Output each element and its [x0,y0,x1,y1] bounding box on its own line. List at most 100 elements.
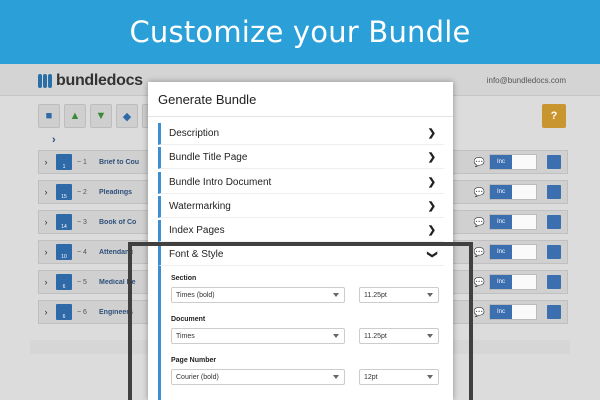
document-font-label: Document [171,316,206,323]
row-name[interactable]: Medical Re [99,279,139,286]
section-label: Description [169,128,220,139]
section-font-select[interactable]: Times (bold) [171,287,345,303]
row-number: ~ 1 [77,158,87,166]
chevron-right-icon: ❯ [427,201,436,212]
section-size-select[interactable]: 11.25pt [359,287,439,303]
comment-icon[interactable]: 💬 [474,277,485,288]
folder-icon: 6 [56,304,72,320]
folder-icon[interactable] [547,275,561,289]
logo-icon [38,74,52,88]
include-toggle[interactable]: Inc [489,304,537,320]
restructure-button[interactable]: ◆ [116,104,138,128]
section-font-style[interactable]: Font & Style ❯ [158,244,444,266]
help-button[interactable]: ? [542,104,566,128]
toolbar: ■ ▲ ▼ ◆ ▤ [38,104,164,128]
chevron-right-icon: ❯ [427,225,436,236]
caret-down-icon [427,293,433,297]
include-label: Inc [490,215,512,229]
folder-icon[interactable] [547,155,561,169]
row-name[interactable]: Book of Co [99,219,139,226]
font-style-panel: Section Times (bold) 11.25pt Document Ti… [158,266,444,400]
chevron-right-icon[interactable]: › [39,247,53,257]
include-label: Inc [490,275,512,289]
comment-icon[interactable]: 💬 [474,157,485,168]
section-label: Bundle Intro Document [169,177,272,188]
row-number: ~ 2 [77,188,87,196]
caret-down-icon [333,293,339,297]
chevron-right-icon[interactable]: › [39,157,53,167]
section-label: Bundle Title Page [169,152,248,163]
include-label: Inc [490,305,512,319]
row-name[interactable]: Pleadings [99,189,139,196]
chevron-down-icon: ❯ [426,250,438,259]
divider [148,116,453,117]
folder-icon[interactable] [547,185,561,199]
row-name[interactable]: Engineers [99,309,139,316]
row-number: ~ 6 [77,308,87,316]
breadcrumb-chevron-icon[interactable]: › [52,134,56,146]
folder-icon[interactable] [547,215,561,229]
include-toggle[interactable]: Inc [489,274,537,290]
folder-icon[interactable] [547,245,561,259]
chevron-right-icon: ❯ [427,152,436,163]
document-font-select[interactable]: Times [171,328,345,344]
comment-icon[interactable]: 💬 [474,247,485,258]
folder-icon: 15 [56,184,72,200]
row-name[interactable]: Brief to Cou [99,159,139,166]
document-size-select[interactable]: 11.25pt [359,328,439,344]
page-number-font-label: Page Number [171,357,217,364]
new-folder-button[interactable]: ■ [38,104,60,128]
cubes-icon: ◆ [122,110,132,123]
include-label: Inc [490,245,512,259]
section-font-label: Section [171,275,197,282]
chevron-right-icon[interactable]: › [39,217,53,227]
promo-banner: Customize your Bundle [0,0,600,64]
comment-icon[interactable]: 💬 [474,187,485,198]
chevron-right-icon[interactable]: › [39,307,53,317]
chevron-right-icon: ❯ [427,128,436,139]
folder-icon: 6 [56,274,72,290]
chevron-right-icon[interactable]: › [39,277,53,287]
folder-icon: 14 [56,214,72,230]
caret-down-icon [333,334,339,338]
include-toggle[interactable]: Inc [489,184,537,200]
include-toggle[interactable]: Inc [489,214,537,230]
comment-icon[interactable]: 💬 [474,217,485,228]
section-bundle-title-page[interactable]: Bundle Title Page ❯ [158,147,444,169]
generate-bundle-dialog: Generate Bundle Description ❯ Bundle Tit… [148,82,453,400]
include-label: Inc [490,155,512,169]
folder-icon: 1 [56,154,72,170]
logo-text: bundledocs [56,72,143,89]
banner-title: Customize your Bundle [129,15,471,49]
include-toggle[interactable]: Inc [489,154,537,170]
row-number: ~ 4 [77,248,87,256]
section-label: Font & Style [169,249,224,260]
section-description[interactable]: Description ❯ [158,123,444,145]
row-number: ~ 3 [77,218,87,226]
folder-icon[interactable] [547,305,561,319]
chevron-right-icon: ❯ [427,177,436,188]
section-index-pages[interactable]: Index Pages ❯ [158,220,444,242]
folder-icon: 10 [56,244,72,260]
arrow-up-icon: ▲ [69,110,81,122]
row-name[interactable]: Attendanc [99,249,139,256]
caret-down-icon [333,375,339,379]
section-watermarking[interactable]: Watermarking ❯ [158,196,444,218]
chevron-right-icon[interactable]: › [39,187,53,197]
caret-down-icon [427,334,433,338]
dialog-title: Generate Bundle [158,92,257,107]
section-label: Index Pages [169,225,225,236]
caret-down-icon [427,375,433,379]
section-label: Watermarking [169,201,231,212]
section-bundle-intro-document[interactable]: Bundle Intro Document ❯ [158,172,444,194]
page-number-size-select[interactable]: 12pt [359,369,439,385]
move-up-button[interactable]: ▲ [64,104,86,128]
comment-icon[interactable]: 💬 [474,307,485,318]
logo: bundledocs [38,72,143,90]
include-label: Inc [490,185,512,199]
row-number: ~ 5 [77,278,87,286]
account-email[interactable]: info@bundledocs.com [487,76,566,85]
page-number-font-select[interactable]: Courier (bold) [171,369,345,385]
move-down-button[interactable]: ▼ [90,104,112,128]
include-toggle[interactable]: Inc [489,244,537,260]
